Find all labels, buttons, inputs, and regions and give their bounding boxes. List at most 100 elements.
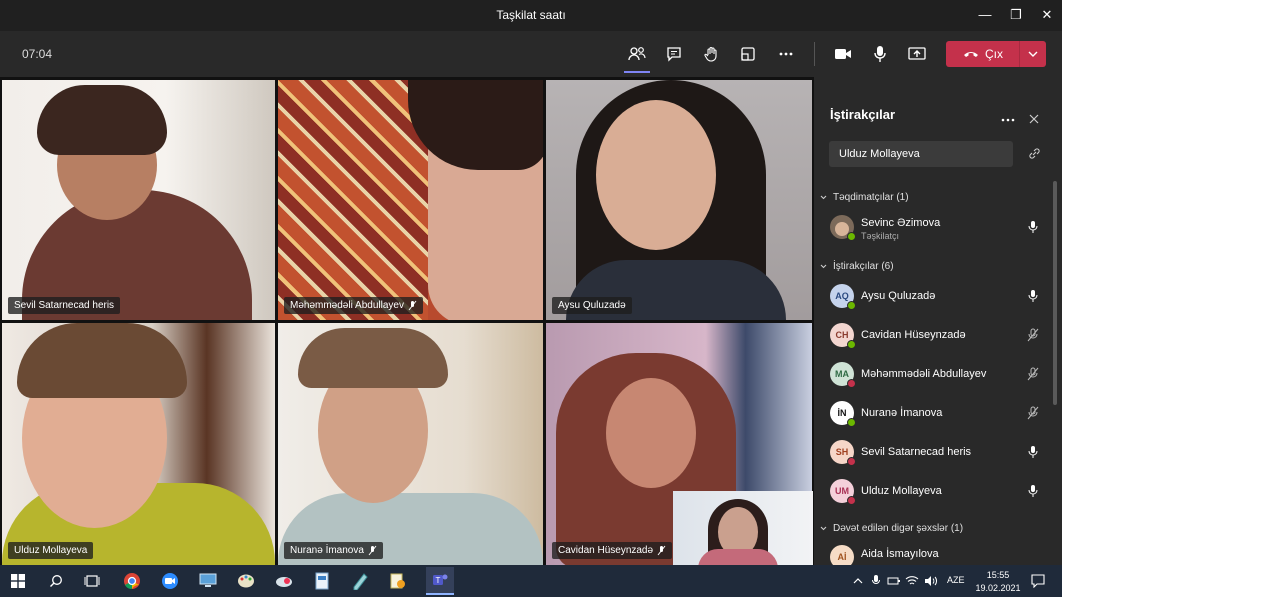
participant-video [17,323,187,398]
show-participants-button[interactable] [624,41,650,73]
taskbar-zoom[interactable] [160,571,180,591]
video-tile[interactable]: Aysu Quluzadə [546,80,812,320]
share-invite-button[interactable] [1028,147,1041,165]
battery-icon [887,577,900,585]
show-hidden-icons-button[interactable] [848,571,868,591]
task-view-icon [84,575,100,587]
participant-video [37,85,167,155]
self-view-video[interactable] [673,491,813,565]
taskbar-app[interactable] [350,571,370,591]
taskbar-app[interactable] [388,571,408,591]
show-chat-button[interactable] [661,41,687,67]
camera-toggle-button[interactable] [830,41,856,67]
minimize-button[interactable]: — [970,4,1000,26]
participant-role: Təşkilatçı [861,231,900,241]
video-tile[interactable]: Ulduz Mollayeva [2,323,275,565]
task-view-button[interactable] [82,571,102,591]
avatar: Aİ [830,545,854,565]
microphone-icon [1028,221,1038,233]
participant-video [698,549,778,565]
video-grid: Sevil Satarnecad heris Məhəmmədəli Abdul… [0,77,814,565]
video-tile[interactable]: Sevil Satarnecad heris [2,80,275,320]
presence-status-icon [847,232,856,241]
action-center-button[interactable] [1028,571,1048,591]
video-tile[interactable]: Nuranə İmanova [278,323,543,565]
breakout-rooms-button[interactable] [735,41,761,67]
windows-logo-icon [11,574,25,588]
tile-name-label: Məhəmmədəli Abdullayev [284,297,423,314]
link-icon [1029,148,1040,159]
close-window-button[interactable]: ✕ [1032,4,1062,26]
files-icon [390,573,405,589]
microphone-icon [1028,485,1038,497]
tile-name-label: Aysu Quluzadə [552,297,632,314]
participant-row[interactable]: CH Cavidan Hüseynzadə [830,321,1040,349]
participant-name: Aida İsmayılova [861,548,939,560]
participant-name: Nuranə İmanova [861,407,943,419]
notes-icon [353,573,368,590]
hand-icon [704,46,717,62]
taskbar-app[interactable] [312,571,332,591]
close-panel-button[interactable] [1029,111,1039,129]
meeting-toolbar: 07:04 Çıx [0,31,1062,77]
leave-options-button[interactable] [1019,41,1046,67]
maximize-button[interactable]: ❐ [1001,4,1031,26]
leave-button[interactable]: Çıx [946,41,1020,67]
muted-mic-icon [408,300,417,311]
tray-volume[interactable] [921,571,941,591]
participant-row[interactable]: MA Məhəmmədəli Abdullayev [830,360,1040,388]
paint-icon [238,574,254,588]
input-language-indicator[interactable]: AZE [947,575,965,585]
chevron-down-icon [820,195,827,200]
presence-status-icon [847,496,856,505]
panel-scrollbar[interactable] [1053,181,1057,405]
clock-date: 19.02.2021 [975,583,1021,593]
muted-mic-icon [1027,367,1039,381]
invited-section-header[interactable]: Dəvət edilən digər şəxslər (1) [820,523,963,534]
presence-status-icon [847,340,856,349]
presence-status-icon [847,457,856,466]
tile-name-label: Nuranə İmanova [284,542,383,559]
share-content-button[interactable] [904,41,930,67]
participant-row[interactable]: Sevinc Əzimova Təşkilatçı [830,213,1040,241]
taskbar-chrome[interactable] [122,571,142,591]
title-bar: Taşkilat saatı — ❐ ✕ [0,0,1062,31]
participant-name: Sevil Satarnecad heris [861,446,972,458]
video-tile[interactable]: Məhəmmədəli Abdullayev [278,80,543,320]
people-icon [628,47,646,61]
participant-row[interactable]: SH Sevil Satarnecad heris [830,438,1040,466]
panel-title: İştirakçılar [830,107,896,122]
raise-hand-button[interactable] [698,41,724,67]
document-icon [315,572,329,590]
taskbar-app[interactable] [236,571,256,591]
participant-row[interactable]: AQ Aysu Quluzadə [830,282,1040,310]
participant-row[interactable]: UM Ulduz Mollayeva [830,477,1040,505]
more-actions-button[interactable] [773,41,799,67]
chat-icon [667,47,681,62]
participant-row[interactable]: İN Nuranə İmanova [830,399,1040,427]
taskbar-app[interactable] [198,571,218,591]
taskbar-clock[interactable]: 15:55 19.02.2021 [970,569,1026,595]
taskbar-teams[interactable]: T [426,567,454,595]
search-button[interactable] [46,571,66,591]
people-search-input[interactable]: Ulduz Mollayeva [829,141,1013,167]
participant-name: Sevinc Əzimova [861,217,941,229]
tray-battery[interactable] [884,571,904,591]
start-button[interactable] [8,571,28,591]
leave-control: Çıx [946,41,1046,67]
tray-network[interactable] [902,571,922,591]
mic-toggle-button[interactable] [867,41,893,67]
clock-time: 15:55 [986,570,1010,580]
taskbar-app[interactable] [274,571,294,591]
microphone-icon [1028,290,1038,302]
panel-more-options-button[interactable] [1001,110,1015,128]
attendees-heading: İştirakçılar (6) [833,261,894,272]
tray-microphone[interactable] [866,571,886,591]
muted-mic-icon [1027,406,1039,420]
chevron-up-icon [853,578,863,584]
participant-row[interactable]: Aİ Aida İsmayılova [830,543,1040,565]
attendees-section-header[interactable]: İştirakçılar (6) [820,261,894,272]
monitor-icon [199,573,217,587]
presenters-section-header[interactable]: Təqdimatçılar (1) [820,192,909,203]
presenters-heading: Təqdimatçılar (1) [833,192,909,203]
